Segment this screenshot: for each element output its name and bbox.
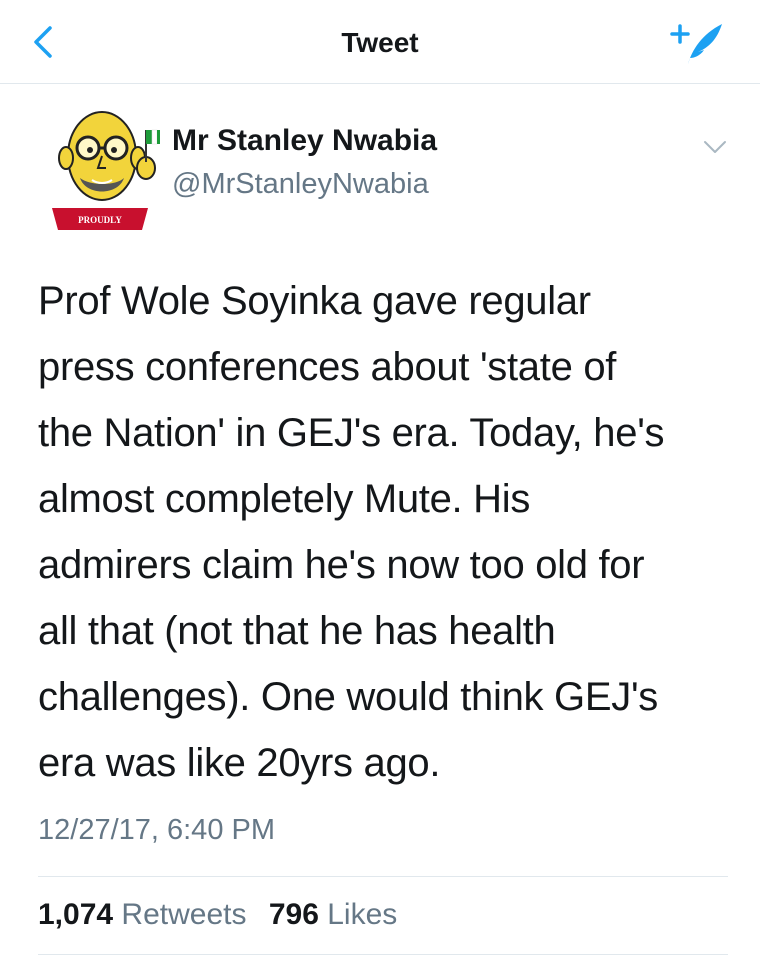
page-title: Tweet	[341, 27, 419, 58]
tweet-stats: 1,074 Retweets 796 Likes	[38, 898, 411, 932]
retweets-stat[interactable]: 1,074 Retweets	[38, 898, 246, 932]
avatar[interactable]: PROUDLY	[50, 104, 160, 230]
avatar-badge-text: PROUDLY	[78, 215, 122, 225]
tweet-text-line: challenges). One would think GEJ's	[38, 675, 658, 719]
likes-count: 796	[268, 898, 319, 931]
tweet-text-line: era was like 20yrs ago.	[38, 741, 441, 785]
author-display-name[interactable]: Mr Stanley Nwabia	[172, 124, 437, 158]
tweet-text-line: the Nation' in GEJ's era. Today, he's	[38, 411, 665, 455]
tweet-text-line: almost completely Mute. His	[38, 477, 531, 521]
retweets-label: Retweets	[121, 898, 247, 931]
divider	[38, 876, 728, 877]
navigation-bar: Tweet	[0, 0, 760, 84]
chevron-down-icon[interactable]	[702, 136, 728, 158]
tweet-timestamp[interactable]: 12/27/17, 6:40 PM	[38, 814, 275, 847]
tweet-text-line: Prof Wole Soyinka gave regular	[38, 279, 591, 323]
tweet-text-line: all that (not that he has health	[38, 609, 556, 653]
tweet-text: Prof Wole Soyinka gave regular press con…	[38, 268, 738, 796]
likes-stat[interactable]: 796 Likes	[269, 898, 397, 932]
tweet-text-line: press conferences about 'state of	[38, 345, 617, 389]
retweets-count: 1,074	[38, 898, 114, 931]
compose-tweet-icon[interactable]	[668, 20, 726, 66]
divider	[38, 954, 728, 955]
likes-label: Likes	[327, 898, 398, 931]
author-handle[interactable]: @MrStanleyNwabia	[172, 168, 429, 201]
tweet-author: PROUDLY Mr Stanley Nwabia @MrStanleyNwab…	[40, 104, 730, 234]
tweet-text-line: admirers claim he's now too old for	[38, 543, 645, 587]
